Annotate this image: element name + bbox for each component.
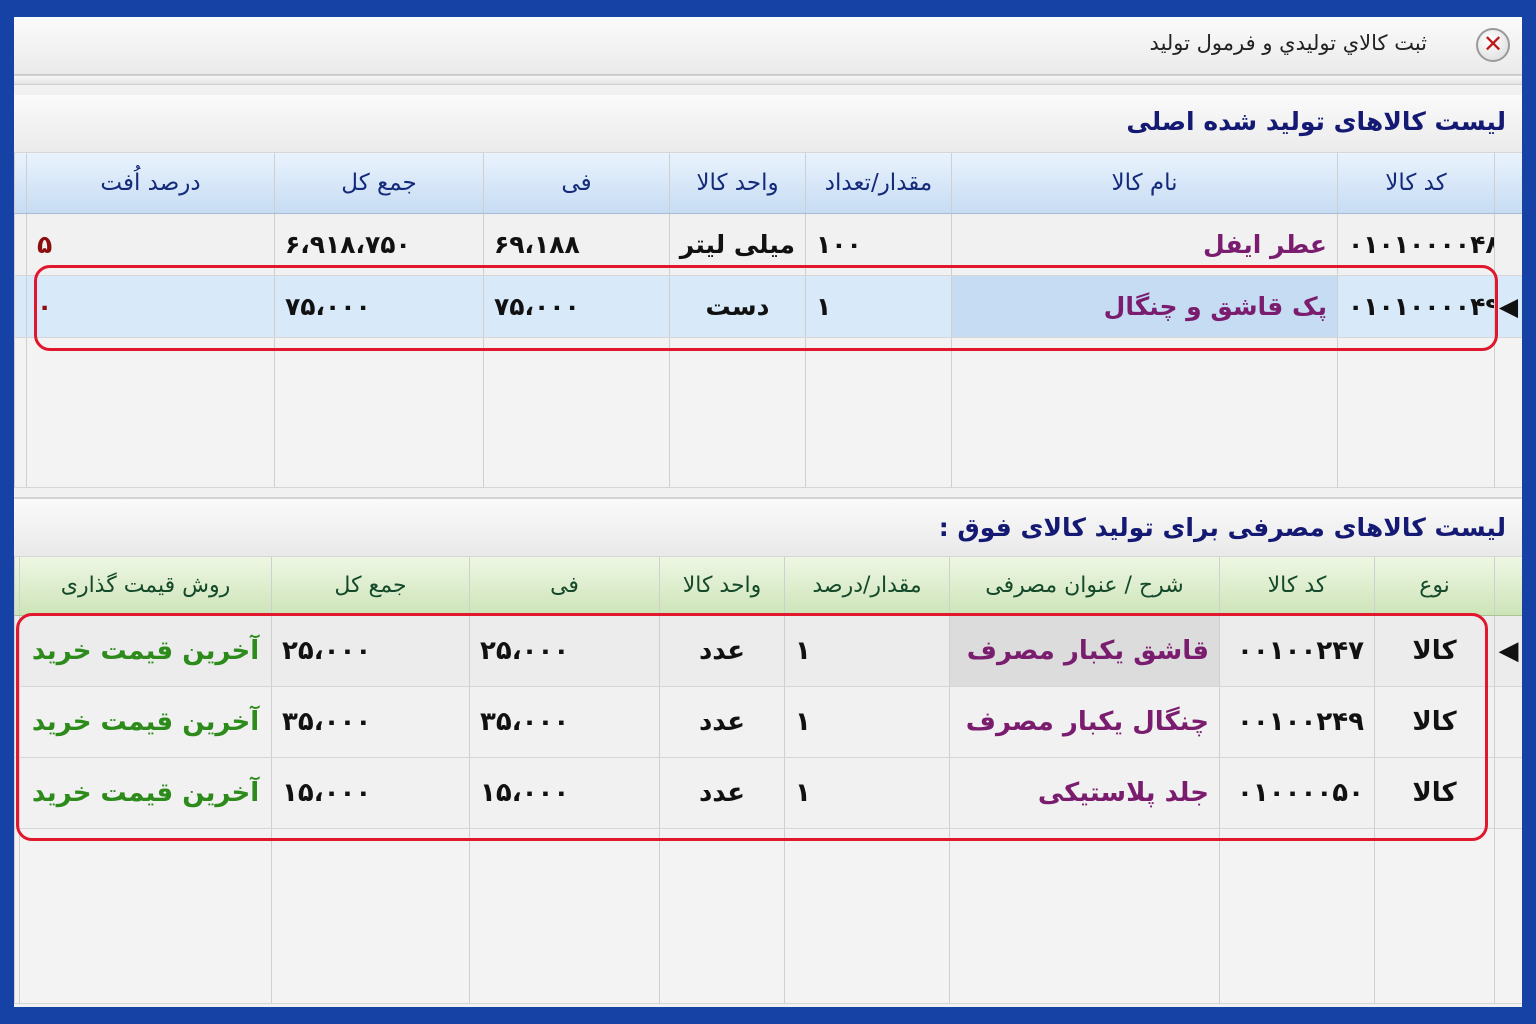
cell-type[interactable]: کالا xyxy=(1374,686,1495,758)
cell-code[interactable]: ۰۱۰۱۰۰۰۰۴۸ xyxy=(1337,213,1495,276)
cell-pricing-method[interactable]: آخرین قیمت خرید xyxy=(19,757,272,829)
cell-fee[interactable]: ۲۵،۰۰۰ xyxy=(469,615,660,687)
row-indicator xyxy=(1494,213,1522,276)
section2-header: لیست کالاهای مصرفی برای تولید کالای فوق … xyxy=(14,497,1522,557)
cell-unit[interactable]: عدد xyxy=(659,757,785,829)
cell-description[interactable]: قاشق یکبار مصرف xyxy=(949,615,1220,687)
empty-row-area xyxy=(14,828,1522,1004)
close-button[interactable]: ✕ xyxy=(1476,28,1510,62)
cell-description[interactable]: چنگال یکبار مصرف xyxy=(949,686,1220,758)
cell-code[interactable]: ۰۱۰۰۰۰۵۰ xyxy=(1219,757,1375,829)
cell-unit[interactable]: عدد xyxy=(659,686,785,758)
section1-header: لیست کالاهای تولید شده اصلی xyxy=(14,95,1522,153)
section2-title: لیست کالاهای مصرفی برای تولید کالای فوق … xyxy=(938,513,1506,542)
col-header-fee[interactable]: فی xyxy=(483,153,670,214)
cell-total[interactable]: ۳۵،۰۰۰ xyxy=(271,686,470,758)
produced-goods-grid[interactable]: کد کالا نام کالا مقدار/تعداد واحد کالا ف… xyxy=(14,153,1522,488)
table-row-selected[interactable]: ◀ کالا ۰۰۱۰۰۲۴۷ قاشق یکبار مصرف ۱ عدد ۲۵… xyxy=(14,615,1522,687)
table-row[interactable]: ۰۱۰۱۰۰۰۰۴۸ عطر ایفل ۱۰۰ میلی لیتر ۶۹،۱۸۸… xyxy=(14,213,1522,276)
row-indicator xyxy=(1494,757,1522,829)
section1-title: لیست کالاهای تولید شده اصلی xyxy=(1126,107,1506,136)
table-row[interactable]: کالا ۰۰۱۰۰۲۴۹ چنگال یکبار مصرف ۱ عدد ۳۵،… xyxy=(14,686,1522,758)
cell-loss[interactable]: ۵ xyxy=(26,213,275,276)
title-bar[interactable]: ثبت کالاي توليدي و فرمول توليد ✕ xyxy=(14,17,1522,75)
cell-description[interactable]: جلد پلاستیکی xyxy=(949,757,1220,829)
cell-code[interactable]: ۰۰۱۰۰۲۴۷ xyxy=(1219,615,1375,687)
cell-pricing-method[interactable]: آخرین قیمت خرید xyxy=(19,686,272,758)
cell-qty[interactable]: ۱ xyxy=(784,615,950,687)
cell-qty[interactable]: ۱۰۰ xyxy=(805,213,952,276)
cell-total[interactable]: ۲۵،۰۰۰ xyxy=(271,615,470,687)
cell-qty[interactable]: ۱ xyxy=(784,757,950,829)
row-indicator-header xyxy=(1494,557,1522,616)
col-header-qty-percent[interactable]: مقدار/درصد xyxy=(784,557,950,616)
cell-name[interactable]: عطر ایفل xyxy=(951,213,1338,276)
cell-pricing-method[interactable]: آخرین قیمت خرید xyxy=(19,615,272,687)
cell-total[interactable]: ۱۵،۰۰۰ xyxy=(271,757,470,829)
cell-type[interactable]: کالا xyxy=(1374,615,1495,687)
cell-code[interactable]: ۰۰۱۰۰۲۴۹ xyxy=(1219,686,1375,758)
empty-row-area xyxy=(14,337,1522,488)
table-row[interactable]: کالا ۰۱۰۰۰۰۵۰ جلد پلاستیکی ۱ عدد ۱۵،۰۰۰ … xyxy=(14,757,1522,829)
cell-qty[interactable]: ۱ xyxy=(784,686,950,758)
close-icon: ✕ xyxy=(1482,30,1504,58)
col-header-code[interactable]: کد کالا xyxy=(1219,557,1375,616)
toolbar-strip xyxy=(14,75,1522,85)
row-indicator-header xyxy=(1494,153,1522,214)
row-indicator-arrow-icon: ◀ xyxy=(1494,615,1522,687)
row-indicator-arrow-icon: ◀ xyxy=(1494,275,1522,338)
col-header-name[interactable]: نام کالا xyxy=(951,153,1338,214)
cell-unit[interactable]: میلی لیتر xyxy=(669,213,806,276)
cell-name[interactable]: پک قاشق و چنگال xyxy=(951,275,1338,338)
col-header-type[interactable]: نوع xyxy=(1374,557,1495,616)
row-indicator xyxy=(1494,686,1522,758)
cell-fee[interactable]: ۱۵،۰۰۰ xyxy=(469,757,660,829)
cell-fee[interactable]: ۷۵،۰۰۰ xyxy=(483,275,670,338)
cell-fee[interactable]: ۶۹،۱۸۸ xyxy=(483,213,670,276)
col-header-overflow xyxy=(14,153,27,214)
col-header-code[interactable]: کد کالا xyxy=(1337,153,1495,214)
cell-type[interactable]: کالا xyxy=(1374,757,1495,829)
cell-fee[interactable]: ۳۵،۰۰۰ xyxy=(469,686,660,758)
cell-total[interactable]: ۶،۹۱۸،۷۵۰ xyxy=(274,213,484,276)
col-header-total[interactable]: جمع کل xyxy=(274,153,484,214)
cell-total[interactable]: ۷۵،۰۰۰ xyxy=(274,275,484,338)
dialog-window: ثبت کالاي توليدي و فرمول توليد ✕ لیست کا… xyxy=(14,17,1522,1007)
consumed-goods-grid[interactable]: نوع کد کالا شرح / عنوان مصرفی مقدار/درصد… xyxy=(14,557,1522,1004)
col-header-description[interactable]: شرح / عنوان مصرفی xyxy=(949,557,1220,616)
cell-code[interactable]: ۰۱۰۱۰۰۰۰۴۹ xyxy=(1337,275,1495,338)
table-row-selected[interactable]: ◀ ۰۱۰۱۰۰۰۰۴۹ پک قاشق و چنگال ۱ دست ۷۵،۰۰… xyxy=(14,275,1522,338)
cell-unit[interactable]: عدد xyxy=(659,615,785,687)
col-header-total[interactable]: جمع کل xyxy=(271,557,470,616)
cell-loss[interactable]: ۰ xyxy=(26,275,275,338)
cell-unit[interactable]: دست xyxy=(669,275,806,338)
col-header-pricing-method[interactable]: روش قیمت گذاری xyxy=(19,557,272,616)
col-header-qty[interactable]: مقدار/تعداد xyxy=(805,153,952,214)
window-title: ثبت کالاي توليدي و فرمول توليد xyxy=(1149,31,1427,55)
cell-qty[interactable]: ۱ xyxy=(805,275,952,338)
col-header-unit[interactable]: واحد کالا xyxy=(659,557,785,616)
col-header-fee[interactable]: فی xyxy=(469,557,660,616)
col-header-loss[interactable]: درصد اُفت xyxy=(26,153,275,214)
col-header-unit[interactable]: واحد کالا xyxy=(669,153,806,214)
